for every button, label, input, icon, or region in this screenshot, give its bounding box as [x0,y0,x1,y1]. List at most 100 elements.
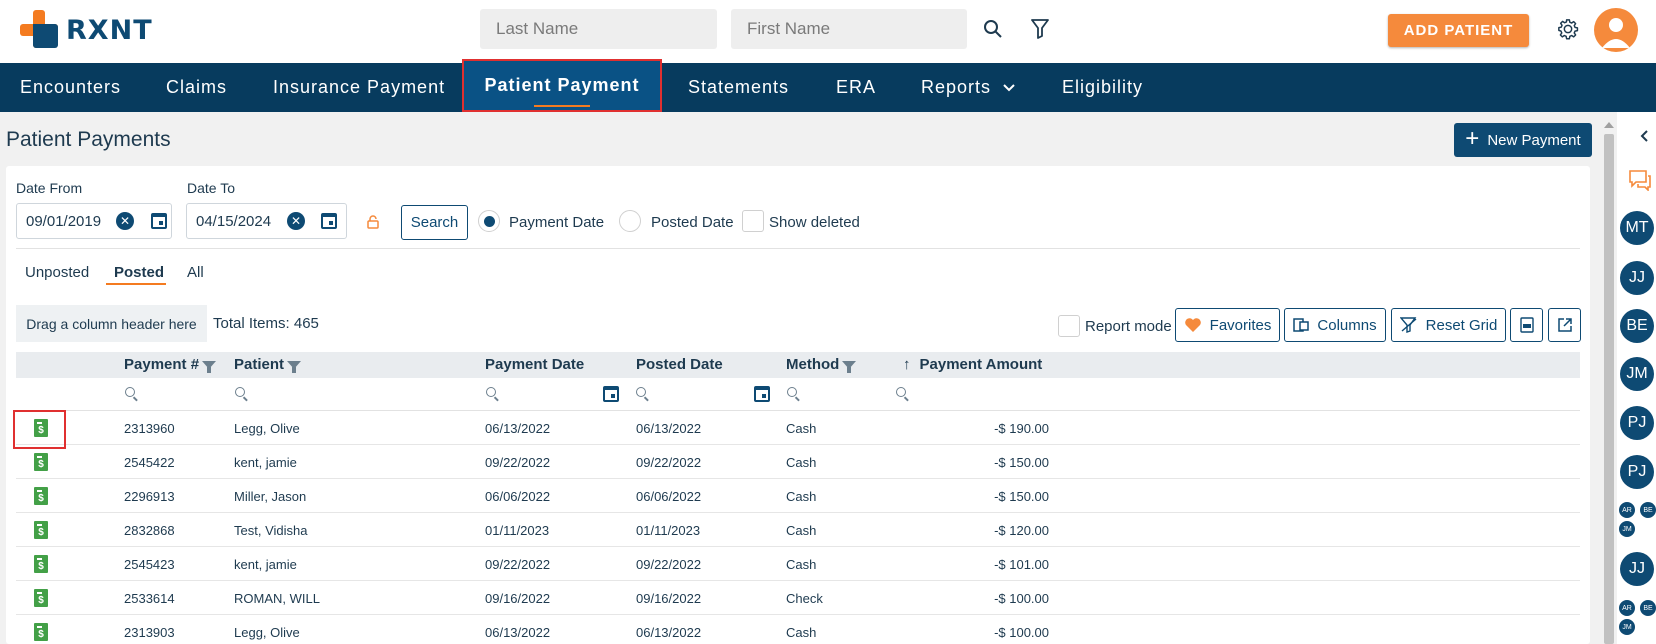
payment-date-radio[interactable] [478,210,500,232]
nav-encounters[interactable]: Encounters [20,63,121,112]
payment-receipt-icon[interactable]: $ [34,623,48,641]
favorites-button[interactable]: Favorites [1175,308,1280,342]
rail-avatar-small[interactable]: AR [1619,600,1635,616]
clear-date-to-icon[interactable]: ✕ [287,212,305,230]
search-icon[interactable] [486,387,496,397]
posted-date-radio[interactable] [619,210,641,232]
unlock-icon[interactable] [365,213,381,231]
col-patient[interactable]: Patient [234,356,302,373]
tab-unposted[interactable]: Unposted [25,264,89,281]
column-filter-icon[interactable] [842,360,857,373]
nav-patient-payment[interactable]: Patient Payment [462,59,662,112]
cell-method: Cash [786,522,817,538]
payment-receipt-icon[interactable]: $ [34,521,48,539]
filter-icon[interactable] [1027,16,1053,42]
rail-avatar[interactable]: MT [1620,211,1654,245]
payment-receipt-icon[interactable]: $ [34,555,48,573]
col-payment-no[interactable]: Payment # [124,356,217,373]
add-patient-button[interactable]: ADD PATIENT [1388,14,1529,47]
nav-reports[interactable]: Reports [921,63,1015,112]
nav-statements[interactable]: Statements [688,63,789,112]
col-payment-no-label: Payment # [124,356,200,373]
cell-payment-no: 2832868 [124,522,175,538]
rxnt-logo[interactable]: RXNT [20,10,153,50]
cell-patient: ROMAN, WILL [234,590,320,606]
first-name-input[interactable]: First Name [731,9,967,49]
date-from-input[interactable]: 09/01/2019 [16,203,172,239]
group-drop-area[interactable]: Drag a column header here [16,305,207,342]
nav-claims[interactable]: Claims [166,63,227,112]
payment-receipt-icon[interactable]: $ [34,589,48,607]
table-row[interactable]: $2296913 Miller, Jason 06/06/2022 06/06/202… [16,479,1580,513]
cell-payment-date: 01/11/2023 [485,522,550,538]
clear-date-from-icon[interactable]: ✕ [116,212,134,230]
columns-button[interactable]: Columns [1284,308,1386,342]
vertical-scrollbar[interactable] [1600,118,1617,644]
payment-receipt-icon[interactable]: $ [34,453,48,471]
calendar-icon[interactable] [603,386,619,402]
nav-era[interactable]: ERA [836,63,876,112]
col-method[interactable]: Method [786,356,857,373]
search-icon[interactable] [235,387,245,397]
table-row[interactable]: $2832868 Test, Vidisha 01/11/2023 01/11/202… [16,513,1580,547]
nav-insurance-payment[interactable]: Insurance Payment [273,63,445,112]
search-icon[interactable] [636,387,646,397]
scroll-thumb[interactable] [1604,134,1614,644]
rail-avatar[interactable]: JJ [1620,261,1654,295]
col-posted-date[interactable]: Posted Date [636,356,723,373]
page-title: Patient Payments [6,128,171,151]
reset-grid-button[interactable]: Reset Grid [1391,308,1506,342]
columns-label: Columns [1317,316,1377,334]
search-icon[interactable] [980,16,1006,42]
new-payment-label: New Payment [1487,131,1581,149]
payment-receipt-icon[interactable]: $ [34,487,48,505]
table-row[interactable]: $2533614 ROMAN, WILL 09/16/2022 09/16/2022 C… [16,581,1580,615]
chat-icon[interactable] [1627,168,1653,192]
rail-avatar[interactable]: JJ [1620,552,1654,586]
report-mode-label: Report mode [1085,318,1172,335]
export-pdf-button[interactable] [1510,308,1543,342]
rail-avatar-small[interactable]: BE [1640,502,1656,518]
search-icon[interactable] [787,387,797,397]
show-deleted-label: Show deleted [769,214,860,231]
tab-all[interactable]: All [187,264,204,281]
top-bar: RXNT Last Name First Name ADD PATIENT [0,0,1656,63]
rail-avatar[interactable]: BE [1620,309,1654,343]
rail-avatar-small[interactable]: JM [1619,619,1635,635]
last-name-input[interactable]: Last Name [480,9,717,49]
col-payment-date[interactable]: Payment Date [485,356,584,373]
chevron-left-icon[interactable] [1636,128,1652,144]
nav-eligibility[interactable]: Eligibility [1062,63,1143,112]
column-filter-icon[interactable] [202,360,217,373]
rail-avatar-small[interactable]: JM [1619,521,1635,537]
rail-avatar-small[interactable]: BE [1640,600,1656,616]
table-row[interactable]: $2545423 kent, jamie 09/22/2022 09/22/2022 C… [16,547,1580,581]
table-row[interactable]: $2313960 Legg, Olive 06/13/2022 06/13/2022 C… [16,411,1580,445]
show-deleted-checkbox[interactable] [742,210,764,232]
rail-avatar[interactable]: PJ [1620,406,1654,440]
tab-posted[interactable]: Posted [114,264,164,281]
calendar-icon[interactable] [321,213,337,229]
calendar-icon[interactable] [151,213,167,229]
cell-payment-no: 2313960 [124,420,175,436]
report-mode-checkbox[interactable] [1058,315,1080,337]
new-payment-button[interactable]: + New Payment [1454,123,1592,157]
user-avatar[interactable] [1594,8,1638,52]
rail-avatar[interactable]: JM [1620,357,1654,391]
column-filter-icon[interactable] [287,360,302,373]
table-row[interactable]: $2545422 kent, jamie 09/22/2022 09/22/2022 C… [16,445,1580,479]
cell-payment-date: 06/13/2022 [485,420,551,436]
scroll-up-arrow-icon[interactable] [1604,122,1614,128]
col-payment-amount[interactable]: ↑ Payment Amount [903,356,1042,373]
search-icon[interactable] [125,387,135,397]
rail-avatar-small[interactable]: AR [1619,502,1635,518]
calendar-icon[interactable] [754,386,770,402]
cell-payment-amount: -$ 120.00 [994,522,1049,538]
export-button[interactable] [1548,308,1581,342]
gear-icon[interactable] [1554,15,1582,43]
search-button[interactable]: Search [401,205,468,240]
cell-payment-amount: -$ 100.00 [994,624,1049,640]
rail-avatar[interactable]: PJ [1620,455,1654,489]
search-icon[interactable] [896,387,906,397]
table-row[interactable]: $2313903 Legg, Olive 06/13/2022 06/13/2022 C… [16,615,1580,644]
